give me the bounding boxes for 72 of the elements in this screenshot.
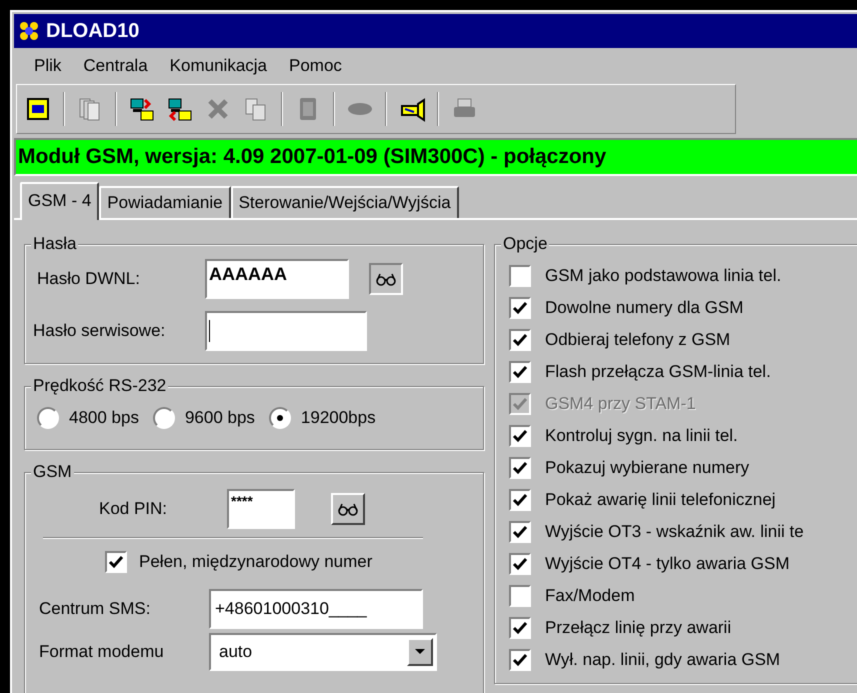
option-label: Pokazuj wybierane numery [545, 457, 750, 480]
radio-button[interactable] [37, 407, 59, 429]
checkbox[interactable] [105, 550, 127, 573]
option-label: Dowolne numery dla GSM [545, 297, 744, 320]
tab[interactable]: Powiadamianie [99, 186, 231, 218]
option-label: Wyjście OT3 - wskaźnik aw. linii te [545, 521, 804, 544]
computer-icon[interactable] [167, 96, 193, 122]
check-icon [512, 492, 528, 508]
check-icon [512, 652, 528, 668]
option-label: Wyjście OT4 - tylko awaria GSM [545, 553, 790, 576]
check-icon [512, 460, 528, 476]
password-field[interactable] [205, 311, 367, 351]
checkbox[interactable] [509, 329, 531, 351]
radio-button[interactable] [268, 407, 291, 429]
checkbox[interactable] [509, 521, 531, 543]
show-password-button[interactable] [369, 263, 403, 295]
check-icon [108, 554, 124, 570]
check-icon [512, 428, 528, 444]
glasses-icon [337, 502, 359, 516]
check-icon [512, 364, 528, 380]
tab[interactable]: Sterowanie/Wejścia/Wyjścia [230, 186, 459, 218]
checkbox[interactable] [509, 553, 531, 575]
check-icon [512, 524, 528, 540]
radio-button[interactable] [152, 407, 175, 429]
menu-item[interactable]: Pomoc [289, 53, 342, 79]
option-label: Odbieraj telefony z GSM [545, 329, 730, 352]
check-icon [512, 300, 528, 316]
field-label: Hasło DWNL: [37, 268, 141, 290]
checkbox[interactable] [509, 425, 531, 447]
app-icon [18, 20, 40, 42]
checkbox[interactable] [509, 297, 531, 319]
pin-field[interactable]: **** [227, 489, 295, 529]
checkbox[interactable] [509, 457, 531, 479]
checkbox[interactable] [509, 617, 531, 639]
option-label: GSM jako podstawowa linia tel. [545, 265, 782, 288]
radio-label: 9600 bps [184, 407, 255, 430]
glasses-icon [375, 272, 397, 286]
check-icon [512, 620, 528, 636]
radio-label: 4800 bps [69, 407, 139, 430]
option-label: Pokaż awarię linii telefonicznej [545, 489, 776, 512]
checkbox[interactable] [509, 585, 531, 607]
checkbox[interactable] [509, 649, 531, 671]
option-label: Flash przełącza GSM-linia tel. [545, 361, 771, 384]
computer-icon[interactable] [129, 96, 155, 122]
checkbox[interactable] [509, 265, 531, 287]
option-label: Przełącz linię przy awarii [545, 617, 732, 640]
modem-format-dropdown[interactable]: auto [209, 632, 437, 670]
checkbox[interactable] [509, 489, 531, 511]
horn-icon[interactable] [399, 96, 425, 122]
check-icon [512, 396, 528, 412]
card-icon[interactable] [25, 96, 51, 122]
checkbox-label: Pełen, międzynarodowy numer [139, 551, 372, 573]
menu-item[interactable]: Plik [34, 53, 62, 79]
tab[interactable]: GSM - 4 [20, 182, 100, 220]
menu-item[interactable]: Komunikacja [170, 53, 267, 79]
field-label: Centrum SMS: [39, 598, 152, 620]
menu-item[interactable]: Centrala [83, 53, 148, 79]
field-label: Format modemu [39, 640, 165, 663]
checkbox[interactable] [509, 361, 531, 383]
check-icon [512, 332, 528, 348]
status-banner: Moduł GSM, wersja: 4.09 2007-01-09 (SIM300C) - połączony [14, 138, 857, 176]
window-title: DLOAD10 [46, 19, 140, 44]
check-icon [512, 556, 528, 572]
option-label: GSM4 przy STAM-1 [545, 393, 696, 416]
radio-label: 19200bps [300, 407, 376, 430]
option-label: Wył. nap. linii, gdy awaria GSM [545, 649, 780, 672]
option-label: Fax/Modem [545, 585, 635, 608]
field-label: Kod PIN: [99, 498, 168, 520]
field-label: Hasło serwisowe: [33, 320, 166, 342]
sms-center-field[interactable]: +48601000310____ [209, 588, 423, 628]
password-field[interactable]: AAAAAA [205, 259, 349, 299]
option-label: Kontroluj sygn. na linii tel. [545, 425, 738, 448]
